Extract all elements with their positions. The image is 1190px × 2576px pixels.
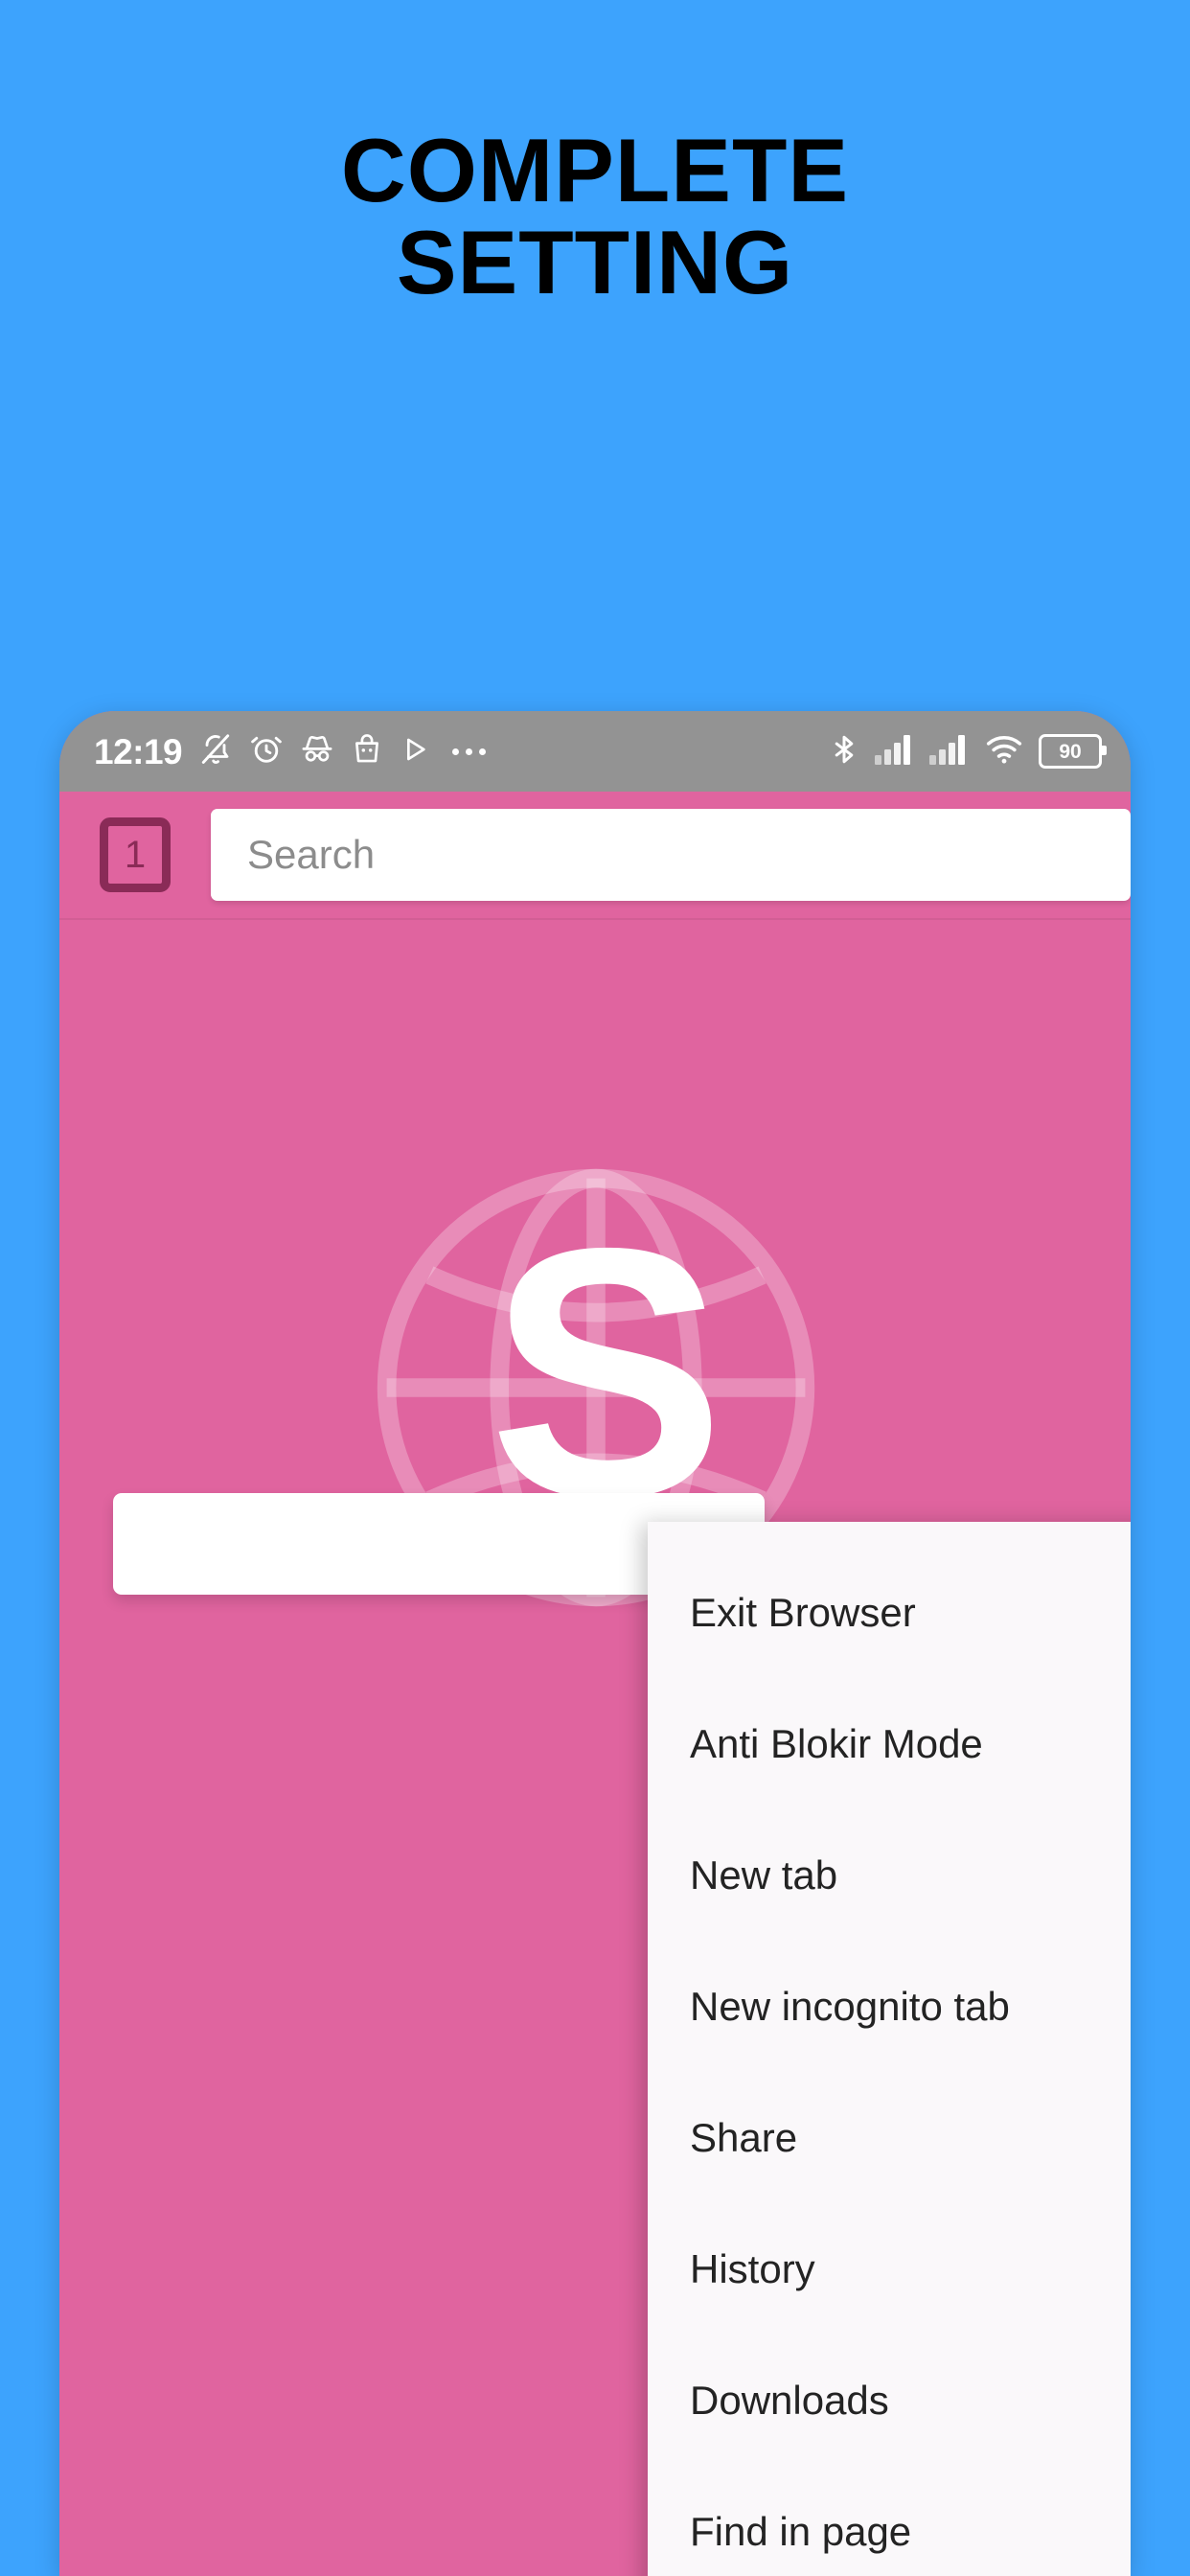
- wifi-icon: [984, 734, 1024, 770]
- search-placeholder: Search: [247, 832, 376, 877]
- tab-counter-label: 1: [124, 834, 147, 876]
- phone-mockup: 12:19 90 1 Search S Exit Browser Anti Bl…: [59, 711, 1131, 2576]
- bluetooth-icon: [828, 733, 860, 770]
- menu-item-share[interactable]: Share: [648, 2072, 1131, 2203]
- browser-toolbar: 1 Search: [59, 792, 1131, 920]
- menu-item-anti-blokir-mode[interactable]: Anti Blokir Mode: [648, 1678, 1131, 1809]
- incognito-icon: [300, 732, 334, 771]
- menu-item-label: Find in page: [690, 2508, 912, 2554]
- menu-item-label: Share: [690, 2114, 798, 2160]
- play-icon: [400, 734, 430, 770]
- promo-headline: COMPLETE SETTING: [0, 125, 1190, 309]
- notifications-off-icon: [198, 732, 233, 771]
- menu-item-label: Exit Browser: [690, 1589, 916, 1635]
- signal-sim1-icon: [875, 734, 915, 770]
- menu-item-new-incognito-tab[interactable]: New incognito tab: [648, 1941, 1131, 2072]
- menu-item-label: Downloads: [690, 2377, 889, 2423]
- menu-item-label: Anti Blokir Mode: [690, 1720, 983, 1766]
- menu-item-label: New tab: [690, 1852, 838, 1898]
- menu-item-label: New incognito tab: [690, 1983, 1010, 2029]
- menu-item-new-tab[interactable]: New tab: [648, 1809, 1131, 1941]
- menu-item-exit-browser[interactable]: Exit Browser: [648, 1547, 1131, 1678]
- overflow-menu: Exit Browser Anti Blokir Mode New tab Ne…: [648, 1522, 1131, 2576]
- menu-item-label: History: [690, 2245, 815, 2291]
- menu-item-find-in-page[interactable]: Find in page: [648, 2466, 1131, 2576]
- battery-icon: 90: [1039, 734, 1107, 769]
- signal-sim2-icon: [929, 734, 970, 770]
- battery-level-label: 90: [1059, 740, 1082, 763]
- overflow-dots-icon: [452, 748, 487, 755]
- menu-item-downloads[interactable]: Downloads: [648, 2334, 1131, 2466]
- alarm-clock-icon: [249, 732, 284, 771]
- promo-headline-line-1: COMPLETE: [340, 120, 850, 220]
- status-bar-right-group: 90: [828, 733, 1107, 770]
- menu-item-history[interactable]: History: [648, 2203, 1131, 2334]
- tab-counter-button[interactable]: 1: [100, 817, 171, 892]
- promo-headline-line-2: SETTING: [396, 211, 794, 312]
- shopping-bag-icon: [351, 733, 383, 770]
- status-bar: 12:19 90: [59, 711, 1131, 792]
- search-input[interactable]: Search: [211, 809, 1131, 901]
- status-bar-clock: 12:19: [94, 731, 183, 771]
- status-bar-left-group: 12:19: [94, 731, 487, 771]
